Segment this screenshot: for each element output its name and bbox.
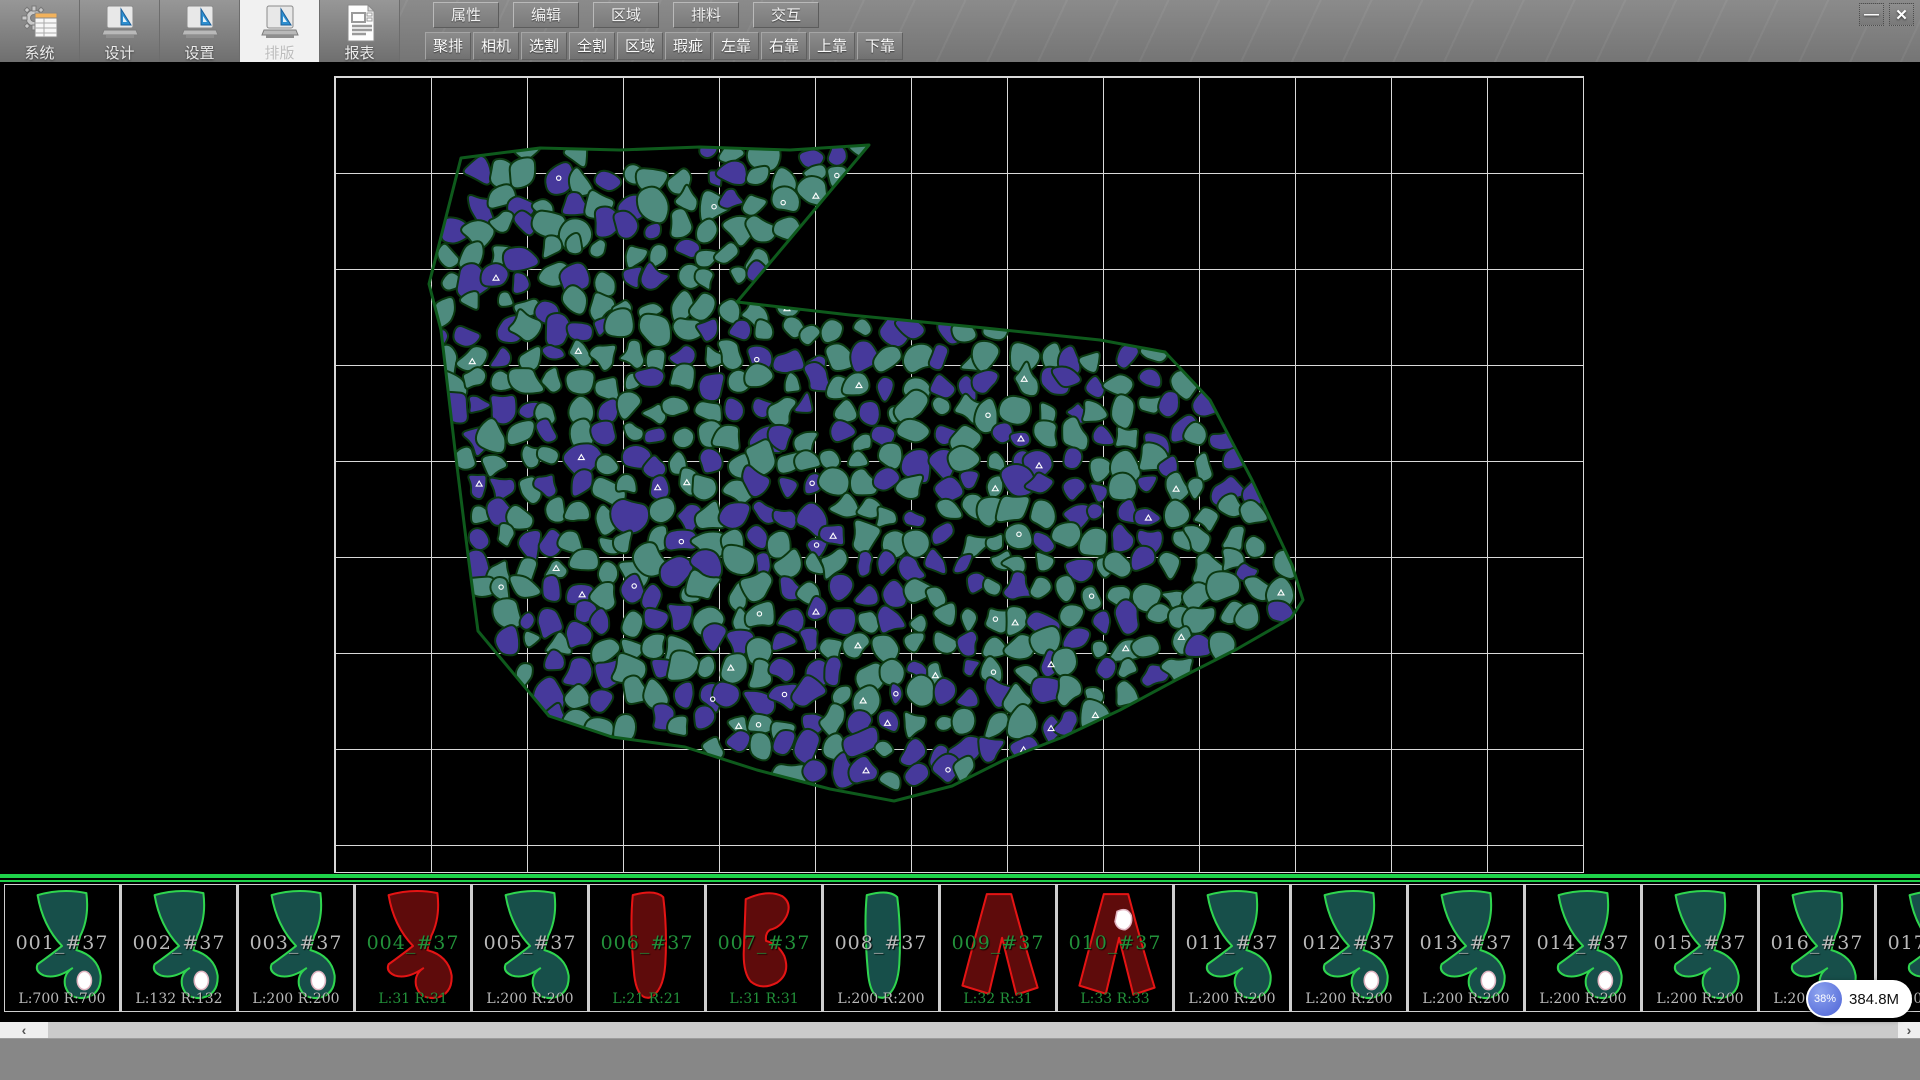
piece-thumbnail-7[interactable]: 007_#37 L:31 R:31 [706,884,823,1012]
piece-id: 014_#37 [1526,932,1640,954]
tab-label: 系统 [24,42,54,63]
piece-lr-count: L:132 R:132 [122,991,236,1007]
nesting-ruler-icon [260,3,300,41]
action-button-6[interactable]: 瑕疵 [665,32,711,60]
piece-lr-count: L:200 R:200 [1526,991,1640,1007]
piece-thumbnail-13[interactable]: 013_#37 L:200 R:200 [1408,884,1525,1012]
piece-id: 004_#37 [356,932,470,954]
tab-label: 报表 [344,42,374,63]
toolbar: 系统 设计 设置 排版 报表 属性编辑区域排料交互 聚排相机选割全割区域瑕疵左靠… [0,0,1920,62]
menu-item-5[interactable]: 交互 [753,2,819,28]
piece-id: 005_#37 [473,932,587,954]
piece-id: 008_#37 [824,932,938,954]
scroll-left-button[interactable]: ‹ [0,1022,48,1038]
window-controls: — ✕ [1859,3,1914,26]
piece-lr-count: L:200 R:200 [1175,991,1289,1007]
piece-thumbnail-11[interactable]: 011_#37 L:200 R:200 [1174,884,1291,1012]
memory-size-label: 384.8M [1849,991,1899,1008]
piece-id: 015_#37 [1643,932,1757,954]
piece-id: 009_#37 [941,932,1055,954]
piece-lr-count: L:200 R:200 [1292,991,1406,1007]
piece-thumbnail-10[interactable]: 010_#37 L:33 R:33 [1057,884,1174,1012]
piece-lr-count: L:31 R:31 [707,991,821,1007]
scroll-right-button[interactable]: › [1898,1022,1920,1038]
tab-3[interactable]: 设置 [160,0,240,62]
tab-label: 设置 [184,42,214,63]
action-button-1[interactable]: 聚排 [425,32,471,60]
tab-5[interactable]: 报表 [320,0,400,62]
action-button-4[interactable]: 全割 [569,32,615,60]
system-gear-icon [20,3,60,41]
menu-item-4[interactable]: 排料 [673,2,739,28]
progress-percent-badge: 38% [1808,982,1842,1016]
tab-label: 设计 [104,42,134,63]
piece-id: 010_#37 [1058,932,1172,954]
action-button-2[interactable]: 相机 [473,32,519,60]
piece-thumbnail-6[interactable]: 006_#37 L:21 R:21 [589,884,706,1012]
piece-lr-count: L:31 R:31 [356,991,470,1007]
piece-id: 006_#37 [590,932,704,954]
piece-thumbnail-1[interactable]: 001_#37 L:700 R:700 [4,884,121,1012]
piece-thumbnail-2[interactable]: 002_#37 L:132 R:132 [121,884,238,1012]
close-button[interactable]: ✕ [1889,3,1914,26]
piece-thumbnail-15[interactable]: 015_#37 L:200 R:200 [1642,884,1759,1012]
piece-lr-count: L:200 R:200 [239,991,353,1007]
tab-2[interactable]: 设计 [80,0,160,62]
action-button-10[interactable]: 下靠 [857,32,903,60]
menubar: 属性编辑区域排料交互 [433,2,819,28]
action-button-3[interactable]: 选割 [521,32,567,60]
action-button-8[interactable]: 右靠 [761,32,807,60]
menu-item-2[interactable]: 编辑 [513,2,579,28]
piece-lr-count: L:200 R:200 [1643,991,1757,1007]
piece-lr-count: L:32 R:31 [941,991,1055,1007]
piece-id: 002_#37 [122,932,236,954]
design-ruler-icon [100,3,140,41]
progress-badge[interactable]: 38% 384.8M [1806,980,1912,1018]
piece-id: 011_#37 [1175,932,1289,954]
piece-id: 017_#37 [1877,932,1920,954]
piece-id: 012_#37 [1292,932,1406,954]
piece-lr-count: L:200 R:200 [1409,991,1523,1007]
piece-id: 001_#37 [5,932,119,954]
minimize-button[interactable]: — [1859,3,1884,26]
piece-thumbnail-9[interactable]: 009_#37 L:32 R:31 [940,884,1057,1012]
piece-lr-count: L:700 R:700 [5,991,119,1007]
piece-lr-count: L:200 R:200 [473,991,587,1007]
actionbar: 聚排相机选割全割区域瑕疵左靠右靠上靠下靠 [425,32,903,60]
tab-1[interactable]: 系统 [0,0,80,62]
piece-id: 013_#37 [1409,932,1523,954]
tab-4[interactable]: 排版 [240,0,320,62]
action-button-5[interactable]: 区域 [617,32,663,60]
menu-item-3[interactable]: 区域 [593,2,659,28]
piece-id: 003_#37 [239,932,353,954]
canvas-area [0,62,1920,874]
status-bar [0,1038,1920,1080]
menu-item-1[interactable]: 属性 [433,2,499,28]
piece-id: 016_#37 [1760,932,1874,954]
action-button-9[interactable]: 上靠 [809,32,855,60]
piece-thumbnail-3[interactable]: 003_#37 L:200 R:200 [238,884,355,1012]
piece-thumbnail-5[interactable]: 005_#37 L:200 R:200 [472,884,589,1012]
piece-lr-count: L:33 R:33 [1058,991,1172,1007]
piece-thumbnail-12[interactable]: 012_#37 L:200 R:200 [1291,884,1408,1012]
horizontal-scrollbar[interactable]: ‹ › [0,1022,1920,1038]
pieces-strip: 001_#37 L:700 R:700 002_#37 L:132 R:132 … [0,874,1920,1022]
action-button-7[interactable]: 左靠 [713,32,759,60]
report-document-icon [340,3,380,41]
piece-thumbnail-8[interactable]: 008_#37 L:200 R:200 [823,884,940,1012]
main-tabs: 系统 设计 设置 排版 报表 [0,0,400,62]
piece-lr-count: L:200 R:200 [824,991,938,1007]
piece-thumbnail-4[interactable]: 004_#37 L:31 R:31 [355,884,472,1012]
piece-thumbnail-14[interactable]: 014_#37 L:200 R:200 [1525,884,1642,1012]
piece-lr-count: L:21 R:21 [590,991,704,1007]
tab-label: 排版 [264,42,294,63]
application-window: 系统 设计 设置 排版 报表 属性编辑区域排料交互 聚排相机选割全割区域瑕疵左靠… [0,0,1920,1080]
settings-ruler-icon [180,3,220,41]
piece-id: 007_#37 [707,932,821,954]
